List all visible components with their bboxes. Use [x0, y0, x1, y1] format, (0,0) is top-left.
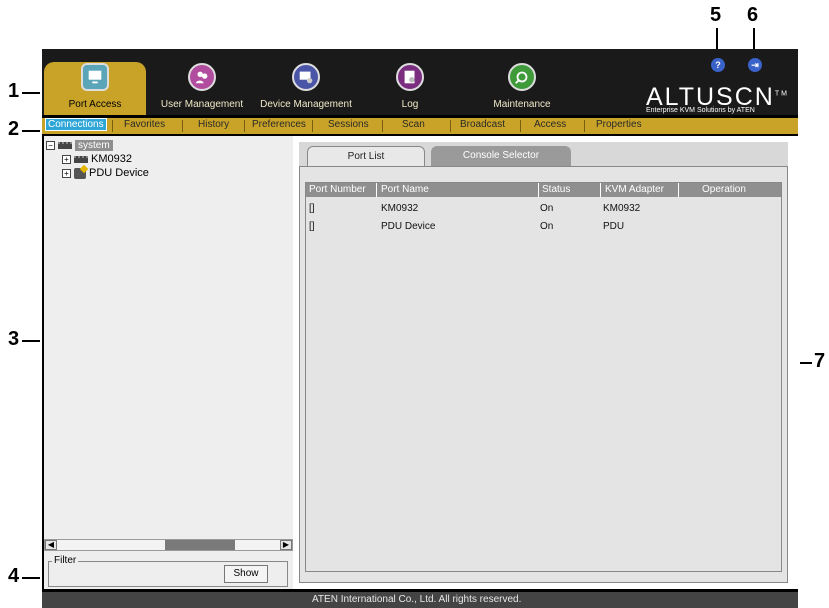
- column-header-status[interactable]: Status: [542, 184, 570, 195]
- nav-maintenance[interactable]: Maintenance: [482, 63, 562, 110]
- nav-label: Port Access: [68, 99, 122, 110]
- callout-line: [753, 28, 755, 50]
- column-header-operation[interactable]: Operation: [702, 184, 746, 195]
- tree-item-pdu-device[interactable]: + PDU Device: [46, 166, 149, 180]
- device-management-icon: [292, 63, 320, 91]
- callout-2: 2: [8, 118, 20, 140]
- cell-port-name[interactable]: PDU Device: [381, 221, 435, 232]
- nav-device-management[interactable]: Device Management: [256, 63, 356, 110]
- cell-port-number: []: [309, 203, 315, 214]
- tree-root[interactable]: − system: [46, 138, 149, 152]
- menu-separator: [112, 120, 113, 132]
- cell-kvm-adapter: PDU: [603, 221, 625, 232]
- copyright-text: ATEN International Co., Ltd. All rights …: [312, 594, 522, 605]
- logo-subtitle: Enterprise KVM Solutions by ATEN: [646, 107, 755, 114]
- expand-icon[interactable]: +: [62, 154, 71, 164]
- table-header: Port Number Port Name Status KVM Adapter…: [306, 183, 781, 197]
- function-menu-bar: Connections Favorites History Preference…: [42, 118, 798, 134]
- nav-label: Maintenance: [493, 99, 551, 110]
- callout-line: [800, 362, 812, 364]
- menu-separator: [244, 120, 245, 132]
- port-access-icon: [81, 63, 109, 91]
- main-panel-inner: Port List Console Selector Port Number P…: [299, 142, 788, 583]
- column-separator: [678, 183, 679, 197]
- menu-sessions[interactable]: Sessions: [328, 119, 369, 130]
- callout-6: 6: [747, 4, 759, 26]
- column-header-port-name[interactable]: Port Name: [381, 184, 429, 195]
- nav-label: User Management: [160, 99, 244, 110]
- menu-history[interactable]: History: [198, 119, 229, 130]
- nav-label: Device Management: [260, 99, 352, 110]
- callout-line: [22, 92, 40, 94]
- nav-label: Log: [401, 99, 419, 110]
- menu-broadcast[interactable]: Broadcast: [460, 119, 505, 130]
- tree-item-label: KM0932: [91, 153, 132, 165]
- sidebar-tree-panel: − system + KM0932 + PDU Device: [44, 136, 293, 589]
- cell-status: On: [540, 221, 554, 232]
- menu-separator: [520, 120, 521, 132]
- column-header-kvm-adapter[interactable]: KVM Adapter: [605, 184, 664, 195]
- nav-log[interactable]: Log: [382, 63, 438, 110]
- menu-properties[interactable]: Properties: [596, 119, 642, 130]
- menu-separator: [382, 120, 383, 132]
- column-separator: [376, 183, 377, 197]
- cell-port-name[interactable]: KM0932: [381, 203, 418, 214]
- top-navigation: Port Access User Management Device Manag…: [42, 49, 798, 115]
- cell-port-number: []: [309, 221, 315, 232]
- app-window: Port Access User Management Device Manag…: [42, 49, 798, 608]
- tab-console-selector[interactable]: Console Selector: [431, 146, 571, 166]
- menu-separator: [312, 120, 313, 132]
- pdu-icon: [74, 167, 86, 179]
- callout-line: [716, 28, 718, 50]
- menu-separator: [182, 120, 183, 132]
- menu-favorites[interactable]: Favorites: [124, 119, 165, 130]
- callout-4: 4: [8, 565, 20, 587]
- filter-panel: Filter Show: [44, 551, 293, 589]
- cell-kvm-adapter: KM0932: [603, 203, 641, 214]
- column-separator: [538, 183, 539, 197]
- menu-connections[interactable]: Connections: [45, 118, 107, 131]
- nav-port-access[interactable]: Port Access: [52, 63, 138, 110]
- callout-5: 5: [710, 4, 722, 26]
- kvm-switch-icon: [74, 155, 88, 163]
- column-separator: [600, 183, 601, 197]
- callout-line: [22, 130, 40, 132]
- tab-content: Port Number Port Name Status KVM Adapter…: [299, 166, 788, 583]
- tree-root-label: system: [75, 139, 113, 151]
- callout-line: [22, 340, 40, 342]
- scroll-thumb[interactable]: [165, 540, 235, 550]
- sidebar-horizontal-scrollbar[interactable]: ◀ ▶: [44, 539, 293, 551]
- scroll-right-icon[interactable]: ▶: [280, 540, 292, 550]
- collapse-icon[interactable]: −: [46, 140, 55, 150]
- expand-icon[interactable]: +: [62, 168, 71, 178]
- scroll-left-icon[interactable]: ◀: [45, 540, 57, 550]
- callout-3: 3: [8, 328, 20, 350]
- main-panel: Port List Console Selector Port Number P…: [293, 136, 798, 589]
- tree-item-km0932[interactable]: + KM0932: [46, 152, 149, 166]
- nav-user-management[interactable]: User Management: [154, 63, 250, 110]
- column-header-port-number[interactable]: Port Number: [309, 184, 366, 195]
- menu-access[interactable]: Access: [534, 119, 566, 130]
- device-tree: − system + KM0932 + PDU Device: [46, 138, 149, 180]
- menu-preferences[interactable]: Preferences: [252, 119, 306, 130]
- system-icon: [58, 141, 72, 149]
- filter-label: Filter: [52, 555, 79, 566]
- status-bar: ATEN International Co., Ltd. All rights …: [42, 592, 798, 608]
- tab-port-list[interactable]: Port List: [307, 146, 425, 166]
- port-list-table: Port Number Port Name Status KVM Adapter…: [305, 182, 782, 572]
- cell-status: On: [540, 203, 554, 214]
- callout-line: [22, 577, 40, 579]
- logout-icon[interactable]: ⇥: [748, 58, 762, 72]
- callout-1: 1: [8, 80, 20, 102]
- user-management-icon: [188, 63, 216, 91]
- log-icon: [396, 63, 424, 91]
- menu-scan[interactable]: Scan: [402, 119, 425, 130]
- menu-separator: [584, 120, 585, 132]
- menu-separator: [450, 120, 451, 132]
- maintenance-icon: [508, 63, 536, 91]
- show-button[interactable]: Show: [224, 565, 268, 583]
- help-icon[interactable]: ?: [711, 58, 725, 72]
- callout-7: 7: [814, 350, 826, 372]
- tree-item-label: PDU Device: [89, 167, 149, 179]
